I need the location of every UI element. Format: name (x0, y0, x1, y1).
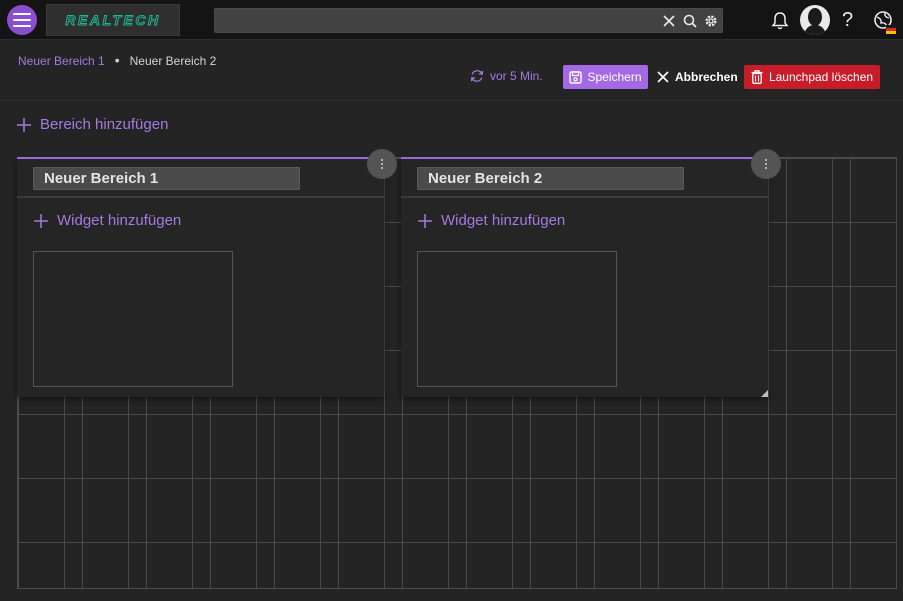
section-menu-button[interactable] (367, 149, 397, 179)
top-bar: REALTECH ? (0, 0, 903, 40)
autosave-label: vor 5 Min. (490, 69, 543, 83)
trash-icon (751, 70, 763, 84)
page-header: Neuer Bereich 1 • Neuer Bereich 2 vor 5 … (0, 41, 903, 101)
avatar-silhouette-icon (804, 8, 826, 35)
section-title-input[interactable] (33, 167, 300, 190)
section-divider (401, 196, 768, 198)
delete-launchpad-label: Launchpad löschen (768, 70, 874, 84)
cancel-button[interactable]: Abbrechen (657, 65, 738, 89)
refresh-icon[interactable] (470, 69, 484, 83)
save-disk-icon (569, 70, 583, 84)
add-widget-button[interactable]: Widget hinzufügen (33, 212, 181, 229)
breadcrumb-item-bereich-1[interactable]: Neuer Bereich 1 (18, 54, 105, 68)
more-vertical-icon (764, 158, 768, 170)
breadcrumb-separator: • (114, 51, 120, 68)
section-card: Widget hinzufügen (17, 149, 397, 397)
add-widget-button[interactable]: Widget hinzufügen (417, 212, 565, 229)
notification-bell-icon[interactable] (771, 11, 789, 30)
plus-icon (17, 117, 31, 132)
help-icon[interactable]: ? (842, 9, 853, 32)
plus-icon (418, 213, 432, 228)
autosave-status: vor 5 Min. (470, 69, 543, 83)
save-button[interactable]: Speichern (563, 65, 648, 89)
add-widget-label: Widget hinzufügen (57, 212, 182, 229)
app-logo[interactable]: REALTECH (46, 4, 180, 36)
cancel-button-label: Abbrechen (675, 70, 738, 84)
settings-gear-icon[interactable] (704, 14, 718, 28)
save-button-label: Speichern (587, 70, 642, 84)
section-title-input[interactable] (417, 167, 684, 190)
hamburger-menu-icon (13, 13, 31, 27)
breadcrumb-item-bereich-2: Neuer Bereich 2 (129, 54, 217, 68)
svg-text:REALTECH: REALTECH (65, 12, 160, 28)
more-vertical-icon (380, 158, 384, 170)
plus-icon (34, 213, 48, 228)
search-input[interactable] (221, 11, 651, 30)
clear-icon[interactable] (662, 14, 676, 28)
delete-launchpad-button[interactable]: Launchpad löschen (744, 65, 880, 89)
section-card: Widget hinzufügen (401, 149, 781, 397)
resize-handle[interactable] (761, 390, 768, 397)
realtech-logo: REALTECH (65, 12, 160, 28)
search-icon[interactable] (683, 14, 697, 28)
add-area-button[interactable]: Bereich hinzufügen (16, 116, 168, 133)
add-widget-label: Widget hinzufügen (441, 212, 566, 229)
hamburger-menu-button[interactable] (7, 5, 37, 35)
global-search (214, 8, 723, 33)
language-globe-icon[interactable] (873, 10, 897, 36)
widget-placeholder[interactable] (417, 251, 617, 387)
close-icon (657, 71, 669, 83)
section-menu-button[interactable] (751, 149, 781, 179)
add-area-label: Bereich hinzufügen (40, 116, 169, 133)
breadcrumb: Neuer Bereich 1 • Neuer Bereich 2 (18, 51, 217, 69)
section-divider (17, 196, 384, 198)
widget-placeholder[interactable] (33, 251, 233, 387)
user-avatar[interactable] (800, 5, 830, 35)
